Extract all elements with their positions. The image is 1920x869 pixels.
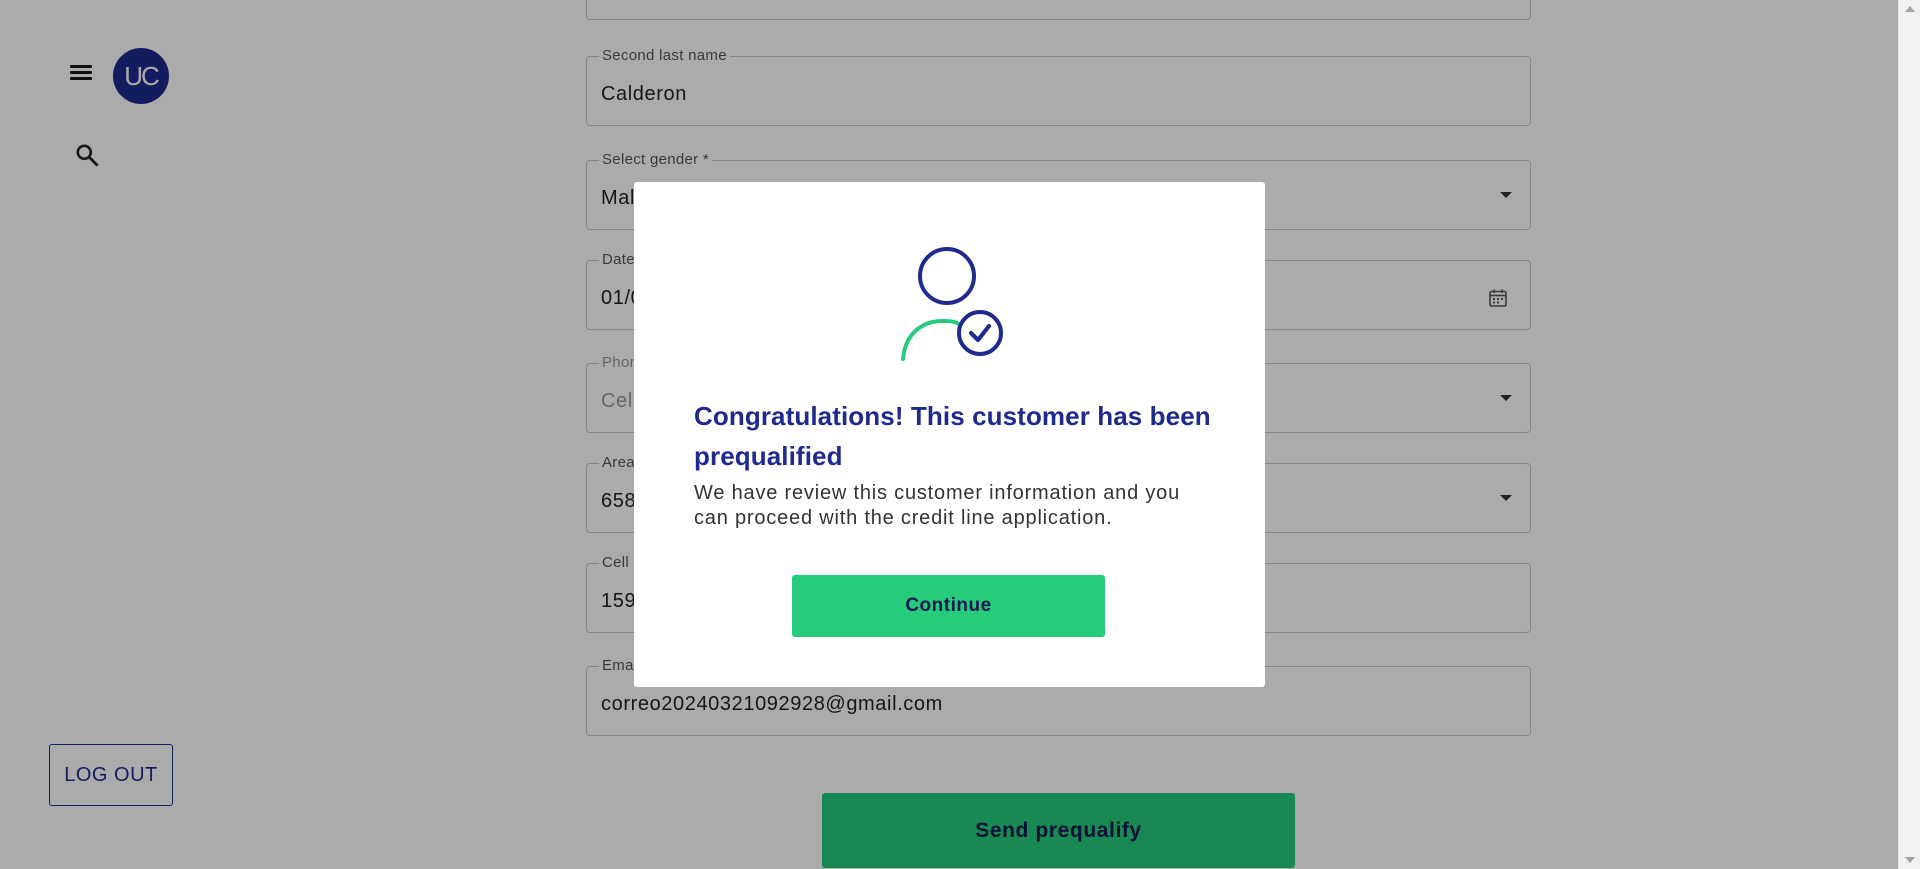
user-check-icon — [901, 247, 1003, 361]
continue-button[interactable]: Continue — [792, 575, 1105, 637]
scrollbar[interactable] — [1898, 0, 1920, 869]
prequalified-dialog: Congratulations! This customer has been … — [634, 182, 1265, 687]
scroll-down-arrow-icon[interactable] — [1905, 857, 1915, 863]
scroll-up-arrow-icon[interactable] — [1905, 6, 1915, 12]
dialog-title: Congratulations! This customer has been … — [694, 401, 1211, 471]
dialog-message: We have review this customer information… — [694, 482, 1181, 529]
